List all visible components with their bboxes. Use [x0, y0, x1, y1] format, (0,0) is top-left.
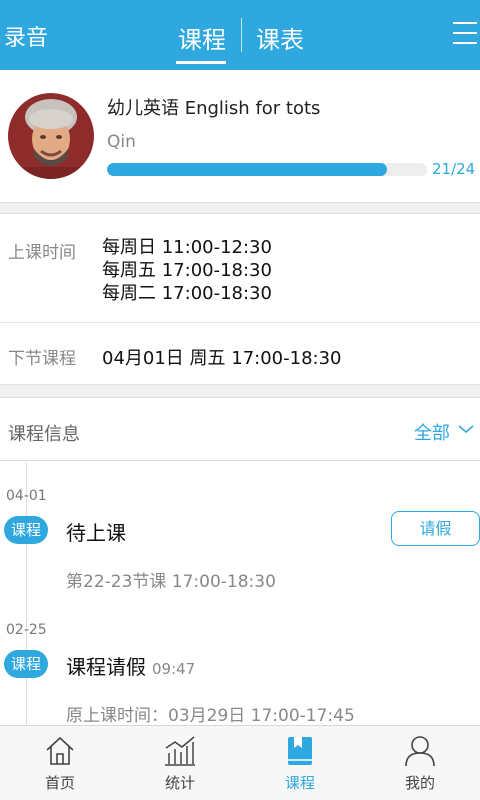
- class-time-list: 每周日 11:00-12:30 每周五 17:00-18:30 每周二 17:0…: [102, 236, 272, 305]
- event-date: 04-01: [6, 488, 47, 504]
- event-title-text: 待上课: [66, 521, 126, 545]
- event-detail: 原上课时间：03月29日 17:00-17:45: [66, 706, 355, 725]
- class-time-item: 每周二 17:00-18:30: [102, 283, 272, 304]
- home-icon: [46, 736, 74, 765]
- course-card[interactable]: 幼儿英语 English for tots Qin 21/24: [0, 70, 480, 202]
- course-progress-count: 21/24: [432, 160, 476, 178]
- book-icon: [288, 737, 312, 765]
- chevron-down-icon[interactable]: [457, 421, 475, 437]
- stats-icon: [165, 736, 195, 766]
- tab-label: 首页: [44, 774, 75, 792]
- class-time-label: 上课时间: [8, 243, 76, 263]
- schedule-section: 上课时间 每周日 11:00-12:30 每周五 17:00-18:30 每周二…: [0, 214, 480, 384]
- filter-all-button[interactable]: 全部: [414, 419, 450, 445]
- tab-label: 我的: [404, 774, 435, 792]
- tab-course[interactable]: 课程: [240, 726, 360, 800]
- record-button[interactable]: 录音: [4, 20, 48, 52]
- tab-timetable[interactable]: 课表: [256, 20, 304, 55]
- event-title: 课程请假 09:47: [66, 651, 195, 680]
- tab-stats[interactable]: 统计: [120, 726, 240, 800]
- course-progress-bar: [107, 163, 427, 176]
- event-title-text: 课程请假: [66, 655, 146, 679]
- event-date: 02-25: [6, 622, 47, 638]
- course-info-title: 课程信息: [8, 424, 80, 445]
- course-title: 幼儿英语 English for tots: [107, 98, 321, 119]
- next-class-value: 04月01日 周五 17:00-18:30: [102, 348, 342, 369]
- class-time-item: 每周五 17:00-18:30: [102, 260, 272, 281]
- user-icon: [405, 736, 435, 767]
- active-tab-indicator: [176, 61, 226, 64]
- next-class-label: 下节课程: [8, 349, 76, 369]
- event-title: 待上课: [66, 517, 126, 546]
- course-progress-fill: [107, 163, 387, 176]
- event-type-badge: 课程: [4, 516, 48, 544]
- event-type-badge: 课程: [4, 650, 48, 678]
- top-app-bar: 录音 课程 课表: [0, 0, 480, 70]
- course-timeline: 04-01 课程 待上课 请假 第22-23节课 17:00-18:30 02-…: [0, 462, 480, 725]
- teacher-name: Qin: [107, 132, 136, 152]
- bottom-tab-bar: 首页 统计 课程 我的: [0, 725, 480, 800]
- tab-course[interactable]: 课程: [178, 20, 226, 55]
- tab-label: 课程: [284, 774, 315, 792]
- event-time: 09:47: [152, 660, 196, 678]
- event-detail: 第22-23节课 17:00-18:30: [66, 572, 276, 592]
- divider: [0, 322, 480, 323]
- class-time-item: 每周日 11:00-12:30: [102, 237, 272, 258]
- tab-me[interactable]: 我的: [360, 726, 480, 800]
- section-gap: [0, 202, 480, 214]
- teacher-avatar: [8, 93, 94, 179]
- section-gap: [0, 384, 480, 398]
- tab-home[interactable]: 首页: [0, 726, 120, 800]
- tab-divider: [241, 18, 242, 52]
- course-info-header: 课程信息 全部: [0, 398, 480, 461]
- tab-label: 统计: [164, 774, 195, 792]
- request-leave-button[interactable]: 请假: [391, 511, 480, 546]
- hamburger-menu-icon[interactable]: [453, 20, 479, 48]
